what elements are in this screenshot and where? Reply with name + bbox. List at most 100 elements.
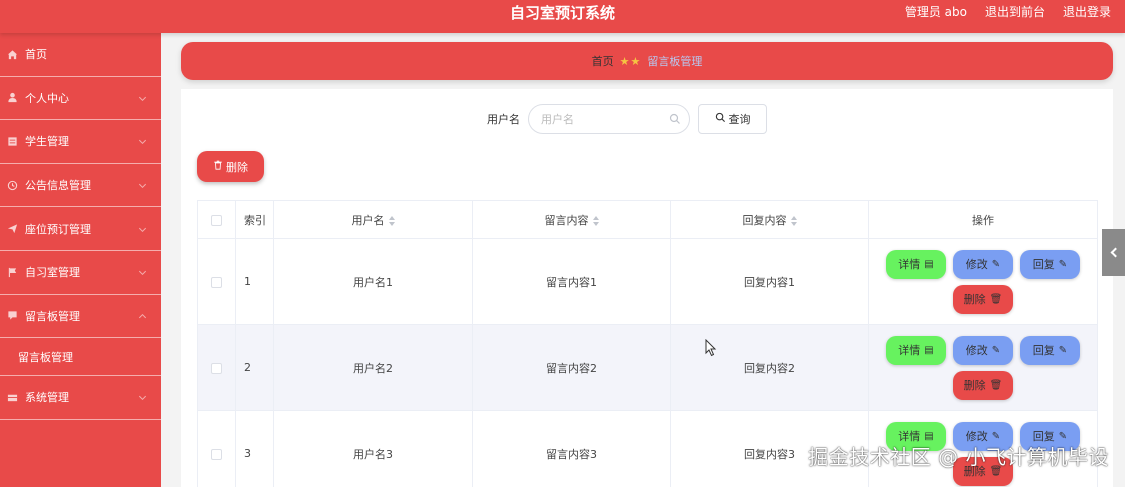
select-all-checkbox[interactable] <box>211 214 222 226</box>
search-input-wrapper <box>528 104 690 134</box>
table-row: 2 用户名2 留言内容2 回复内容2 详情 ▤ 修改 ✎ 回复 ✎ 删除 🗑 <box>197 324 1098 411</box>
detail-button[interactable]: 详情 ▤ <box>886 249 946 279</box>
column-header-label: 用户名 <box>351 213 385 227</box>
row-message: 留言内容2 <box>472 324 671 411</box>
row-select-cell <box>197 324 236 411</box>
select-all-cell <box>197 200 236 239</box>
column-header-index: 索引 <box>235 200 274 239</box>
detail-button[interactable]: 详情 ▤ <box>886 335 946 365</box>
delete-button[interactable]: 删除 🗑 <box>953 370 1013 400</box>
row-checkbox[interactable] <box>211 276 222 288</box>
sidebar: 首页 个人中心 学生管理 公告信息管理 座位预订管理 自习室管理 留言板管理 留… <box>0 33 161 487</box>
search-icon <box>669 113 681 128</box>
search-bar: 用户名 查询 <box>181 104 1113 134</box>
reply-label: 回复 <box>1032 258 1055 271</box>
sidebar-item-message-board[interactable]: 留言板管理 <box>0 295 161 339</box>
top-bar-actions: 管理员 abo 退出到前台 退出登录 <box>905 0 1111 27</box>
edit-button[interactable]: 修改 ✎ <box>953 249 1013 279</box>
row-actions: 详情 ▤ 修改 ✎ 回复 ✎ 删除 🗑 <box>868 238 1098 325</box>
document-icon: ▤ <box>924 344 934 356</box>
trash-icon: 🗑 <box>989 293 1003 305</box>
batch-delete-button[interactable]: 删除 <box>197 151 264 182</box>
sidebar-item-label: 个人中心 <box>25 91 69 105</box>
sidebar-item-system[interactable]: 系统管理 <box>0 376 161 420</box>
column-header-username[interactable]: 用户名 <box>273 200 473 239</box>
query-button-label: 查询 <box>728 113 751 126</box>
chevron-up-icon <box>138 313 147 321</box>
sort-icon <box>592 215 599 226</box>
sidebar-item-study-rooms[interactable]: 自习室管理 <box>0 251 161 295</box>
pencil-icon: ✎ <box>991 258 1001 270</box>
reply-button[interactable]: 回复 ✎ <box>1020 335 1080 365</box>
row-username: 用户名2 <box>273 324 473 411</box>
collapse-side-tab[interactable] <box>1102 229 1125 276</box>
detail-label: 详情 <box>898 344 921 357</box>
sort-icon <box>388 215 395 226</box>
chevron-down-icon <box>138 393 147 401</box>
breadcrumb-current: 留言板管理 <box>647 55 703 68</box>
delete-button[interactable]: 删除 🗑 <box>953 284 1013 314</box>
logout-link[interactable]: 退出登录 <box>1063 0 1111 27</box>
column-header-label: 回复内容 <box>742 213 787 227</box>
watermark: 掘金技术社区 @ 小飞计算机毕设 <box>808 445 1109 469</box>
document-icon: ▤ <box>924 258 934 270</box>
content-card: 用户名 查询 删除 <box>181 89 1113 487</box>
comment-icon <box>6 310 18 322</box>
column-header-actions: 操作 <box>868 200 1098 239</box>
search-icon <box>715 112 726 126</box>
sidebar-item-label: 留言板管理 <box>25 309 80 323</box>
pencil-icon: ✎ <box>1058 430 1068 442</box>
row-index: 3 <box>235 410 274 487</box>
sidebar-item-label: 公告信息管理 <box>25 179 91 193</box>
sidebar-item-personal-center[interactable]: 个人中心 <box>0 77 161 121</box>
row-actions: 详情 ▤ 修改 ✎ 回复 ✎ 删除 🗑 <box>868 324 1098 411</box>
column-header-reply[interactable]: 回复内容 <box>670 200 869 239</box>
main-content: 首页 ★★ 留言板管理 用户名 查询 删除 <box>161 33 1125 487</box>
sidebar-item-seat-booking[interactable]: 座位预订管理 <box>0 207 161 251</box>
delete-label: 删除 <box>963 379 986 392</box>
chevron-left-icon <box>1110 247 1120 258</box>
breadcrumb: 首页 ★★ 留言板管理 <box>181 42 1113 80</box>
username-search-input[interactable] <box>541 105 671 133</box>
delete-label: 删除 <box>963 293 986 306</box>
chevron-down-icon <box>138 268 147 276</box>
flag-icon <box>6 266 18 278</box>
top-bar: 自习室预订系统 管理员 abo 退出到前台 退出登录 <box>0 0 1125 33</box>
sidebar-subitem-message-board[interactable]: 留言板管理 <box>0 338 161 377</box>
row-select-cell <box>197 238 236 325</box>
row-index: 1 <box>235 238 274 325</box>
column-header-message[interactable]: 留言内容 <box>472 200 671 239</box>
trash-icon: 🗑 <box>989 379 1003 391</box>
list-icon <box>6 135 18 147</box>
row-reply: 回复内容2 <box>670 324 869 411</box>
reply-button[interactable]: 回复 ✎ <box>1020 249 1080 279</box>
clock-icon <box>6 179 18 191</box>
document-icon: ▤ <box>924 430 934 442</box>
sidebar-item-students[interactable]: 学生管理 <box>0 120 161 164</box>
home-icon <box>6 48 18 60</box>
row-message: 留言内容3 <box>472 410 671 487</box>
sidebar-item-label: 学生管理 <box>25 135 69 149</box>
sidebar-item-label: 自习室管理 <box>25 266 80 280</box>
chevron-down-icon <box>138 93 147 101</box>
edit-button[interactable]: 修改 ✎ <box>953 335 1013 365</box>
breadcrumb-home[interactable]: 首页 <box>592 53 614 69</box>
detail-label: 详情 <box>898 258 921 271</box>
query-button[interactable]: 查询 <box>698 104 767 134</box>
user-icon <box>6 92 18 104</box>
pencil-icon: ✎ <box>991 430 1001 442</box>
pencil-icon: ✎ <box>991 344 1001 356</box>
row-index: 2 <box>235 324 274 411</box>
star-separator-icon: ★★ <box>619 54 642 68</box>
batch-delete-label: 删除 <box>226 160 248 174</box>
row-message: 留言内容1 <box>472 238 671 325</box>
pencil-icon: ✎ <box>1058 344 1068 356</box>
sort-icon <box>790 215 797 226</box>
sidebar-item-label: 首页 <box>25 48 47 62</box>
row-checkbox[interactable] <box>211 448 222 460</box>
back-to-frontend-link[interactable]: 退出到前台 <box>985 0 1045 27</box>
sidebar-item-announcements[interactable]: 公告信息管理 <box>0 164 161 208</box>
row-checkbox[interactable] <box>211 362 222 374</box>
row-username: 用户名1 <box>273 238 473 325</box>
sidebar-item-home[interactable]: 首页 <box>0 33 161 77</box>
